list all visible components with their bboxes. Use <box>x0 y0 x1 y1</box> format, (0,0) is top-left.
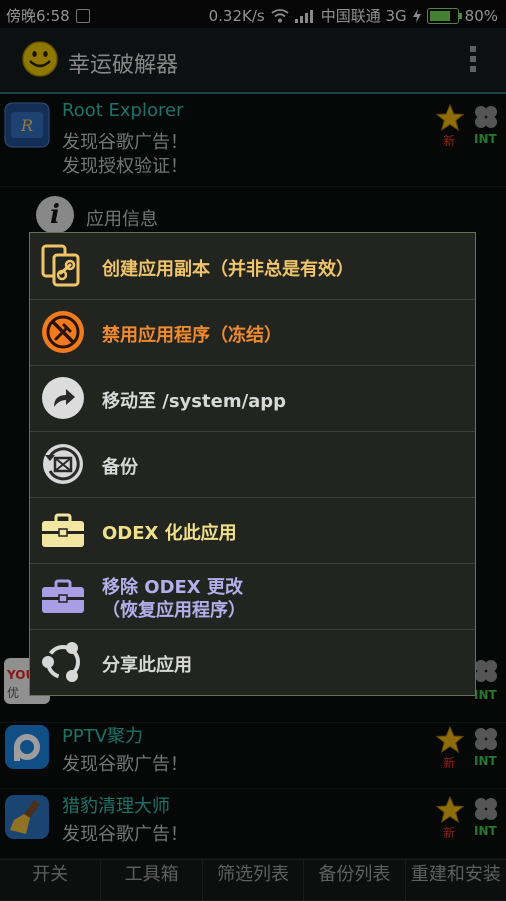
menu-item-label: 移动至 /system/app <box>102 391 287 412</box>
menu-item-odex[interactable]: ODEX 化此应用 <box>30 497 475 564</box>
move-arrow-icon <box>42 377 84 419</box>
menu-item-label: 分享此应用 <box>102 655 192 676</box>
menu-item-move-system[interactable]: 移动至 /system/app <box>30 365 475 432</box>
toolbox-icon <box>42 513 84 547</box>
copy-link-icon <box>41 244 80 287</box>
menu-item-share[interactable]: 分享此应用 <box>30 629 475 695</box>
menu-item-label: ODEX 化此应用 <box>102 523 237 544</box>
menu-item-remove-odex[interactable]: 移除 ODEX 更改 （恢复应用程序） <box>30 563 475 630</box>
menu-item-create-copy[interactable]: 创建应用副本（并非总是有效） <box>30 233 475 300</box>
menu-item-disable-app[interactable]: 禁用应用程序（冻结） <box>30 299 475 366</box>
context-menu-dialog: 创建应用副本（并非总是有效） 禁用应用程序（冻结） 移动至 /system/ap… <box>29 232 476 696</box>
disable-icon <box>42 311 84 353</box>
menu-item-sublabel: （恢复应用程序） <box>102 600 246 621</box>
share-icon <box>42 642 80 682</box>
menu-item-label: 禁用应用程序（冻结） <box>102 325 282 346</box>
backup-icon <box>43 444 83 484</box>
menu-item-label: 创建应用副本（并非总是有效） <box>102 259 354 280</box>
menu-item-backup[interactable]: 备份 <box>30 431 475 498</box>
menu-item-label: 备份 <box>102 457 138 478</box>
toolbox-purple-icon <box>42 579 84 613</box>
